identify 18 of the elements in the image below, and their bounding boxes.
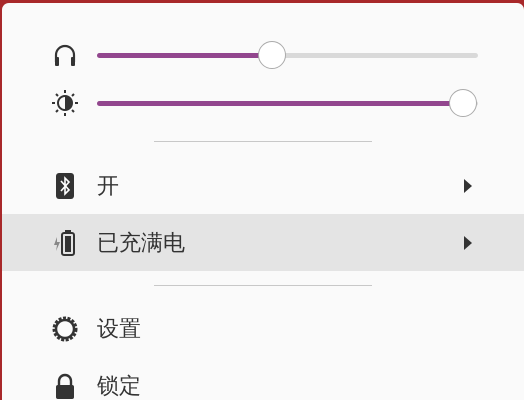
slider-handle[interactable]: [448, 89, 477, 117]
menu-item[interactable]: 已充满电: [2, 214, 524, 271]
menu-item-label: 已充满电: [97, 230, 186, 258]
menu-item-label: 开: [97, 172, 120, 200]
bluetooth-icon: [55, 172, 75, 200]
slider[interactable]: [97, 41, 478, 69]
gear-icon: [51, 314, 79, 342]
headphones-icon: [52, 42, 78, 68]
menu-item-label: 锁定: [97, 372, 142, 400]
menu-item[interactable]: 设置: [2, 300, 524, 357]
slider[interactable]: [97, 89, 478, 117]
slider-handle[interactable]: [258, 41, 286, 69]
menu-item[interactable]: 锁定: [2, 357, 524, 400]
battery-charging-icon: [52, 228, 78, 256]
lock-icon: [54, 372, 76, 400]
brightness-icon: [51, 89, 79, 117]
menu-item[interactable]: 开: [2, 157, 524, 214]
menu-item-label: 设置: [97, 316, 142, 344]
